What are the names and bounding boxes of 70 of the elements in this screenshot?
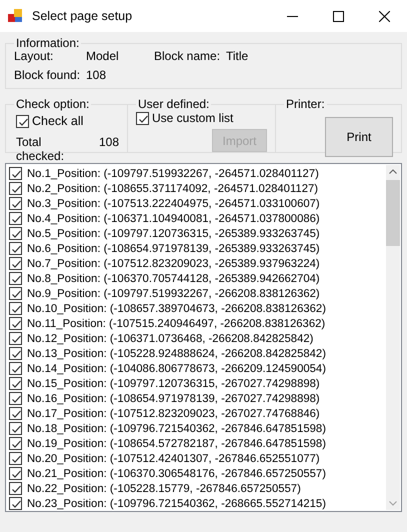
checkbox[interactable] (9, 302, 22, 315)
list-item[interactable]: No.15_Position: (-109797.120736315, -267027.74298898) (27, 378, 320, 390)
group-label: Information: (15, 36, 80, 50)
checkbox[interactable] (16, 114, 29, 128)
scroll-up-icon[interactable] (389, 169, 397, 174)
list-item[interactable]: No.10_Position: (-108657.389704673, -266208.838126362) (27, 302, 326, 314)
checkbox[interactable] (9, 422, 22, 435)
checkbox[interactable] (9, 392, 22, 405)
field-label: Block found: (14, 68, 82, 82)
list-item[interactable]: No.6_Position: (-108654.971978139, -265389.933263745) (27, 242, 320, 254)
checkbox-label[interactable]: Use custom list (152, 111, 234, 125)
field-label: Block name: (154, 49, 222, 63)
list-item[interactable]: No.18_Position: (-109796.721540362, -267846.647851598) (27, 422, 326, 434)
checkbox[interactable] (9, 332, 22, 345)
checkbox[interactable] (9, 167, 22, 180)
list-item[interactable]: No.3_Position: (-107513.222404975, -264571.033100607) (27, 198, 320, 210)
checkbox[interactable] (9, 212, 22, 225)
list-item[interactable]: No.8_Position: (-106370.705744128, -265389.942662704) (27, 272, 320, 284)
group-label: User defined: (137, 97, 210, 111)
checkbox[interactable] (9, 362, 22, 375)
checkbox[interactable] (9, 197, 22, 210)
checkbox-label[interactable]: Check all (32, 114, 84, 128)
checkbox[interactable] (9, 437, 22, 450)
print-button[interactable]: Print (325, 117, 393, 157)
field-value: Model (86, 49, 120, 63)
list-item[interactable]: No.17_Position: (-107512.823209023, -267027.74768846) (27, 408, 320, 420)
checkbox[interactable] (9, 497, 22, 510)
app-icon (8, 9, 23, 23)
checkbox[interactable] (9, 317, 22, 330)
maximize-icon (332, 10, 344, 22)
list-item[interactable]: No.19_Position: (-108654.572782187, -267846.647851598) (27, 438, 326, 450)
field-label: Layout: (14, 49, 54, 63)
field-value: Title (226, 49, 250, 63)
list-item[interactable]: No.5_Position: (-109797.120736315, -265389.933263745) (27, 228, 320, 240)
checkbox[interactable] (9, 182, 22, 195)
checkbox[interactable] (9, 257, 22, 270)
checkbox[interactable] (9, 272, 22, 285)
close-icon (378, 10, 390, 22)
scrollbar-thumb[interactable] (386, 180, 400, 246)
list-item[interactable]: No.16_Position: (-108654.971978139, -267027.74298898) (27, 392, 320, 404)
checkbox[interactable] (9, 482, 22, 495)
scrollbar[interactable] (386, 165, 400, 510)
field-value: 108 (98, 135, 119, 151)
group-label: Check option: (15, 97, 90, 111)
checkbox[interactable] (9, 227, 22, 240)
checkbox[interactable] (136, 112, 149, 124)
window-title: Select page setup (32, 9, 134, 23)
list-item[interactable]: No.7_Position: (-107512.823209023, -265389.937963224) (27, 258, 320, 270)
list-item[interactable]: No.21_Position: (-106370.306548176, -267846.657250557) (27, 468, 326, 480)
field-value: 108 (86, 68, 108, 82)
checkbox[interactable] (9, 347, 22, 360)
list-item[interactable]: No.13_Position: (-105228.924888624, -266208.842825842) (27, 348, 326, 360)
list-item[interactable]: No.1_Position: (-109797.519932267, -264571.028401127) (27, 168, 319, 180)
list-item[interactable]: No.2_Position: (-108655.371174092, -264571.028401127) (27, 182, 318, 194)
checkbox[interactable] (9, 287, 22, 300)
field-label: Total checked: (16, 135, 66, 163)
list-item[interactable]: No.23_Position: (-109796.721540362, -268665.552714215) (27, 498, 326, 510)
list-item[interactable]: No.12_Position: (-106371.0736468, -266208.842825842) (27, 332, 314, 344)
list-item[interactable]: No.22_Position: (-105228.15779, -267846.657250557) (27, 482, 301, 494)
checkbox[interactable] (9, 467, 22, 480)
list-item[interactable]: No.14_Position: (-104086.806778673, -266209.124590054) (27, 362, 326, 374)
list-item[interactable]: No.9_Position: (-109797.519932267, -266208.838126362) (27, 288, 320, 300)
checkbox[interactable] (9, 242, 22, 255)
list-item[interactable]: No.20_Position: (-107512.42401307, -267846.652551077) (27, 452, 320, 464)
group-label: Printer: (285, 97, 326, 111)
checkbox[interactable] (9, 377, 22, 390)
list-item[interactable]: No.11_Position: (-107515.240946497, -266208.838126362) (27, 318, 326, 330)
checkbox[interactable] (9, 407, 22, 420)
list-item[interactable]: No.4_Position: (-106371.104940081, -264571.037800086) (27, 212, 320, 224)
checkbox[interactable] (9, 452, 22, 465)
